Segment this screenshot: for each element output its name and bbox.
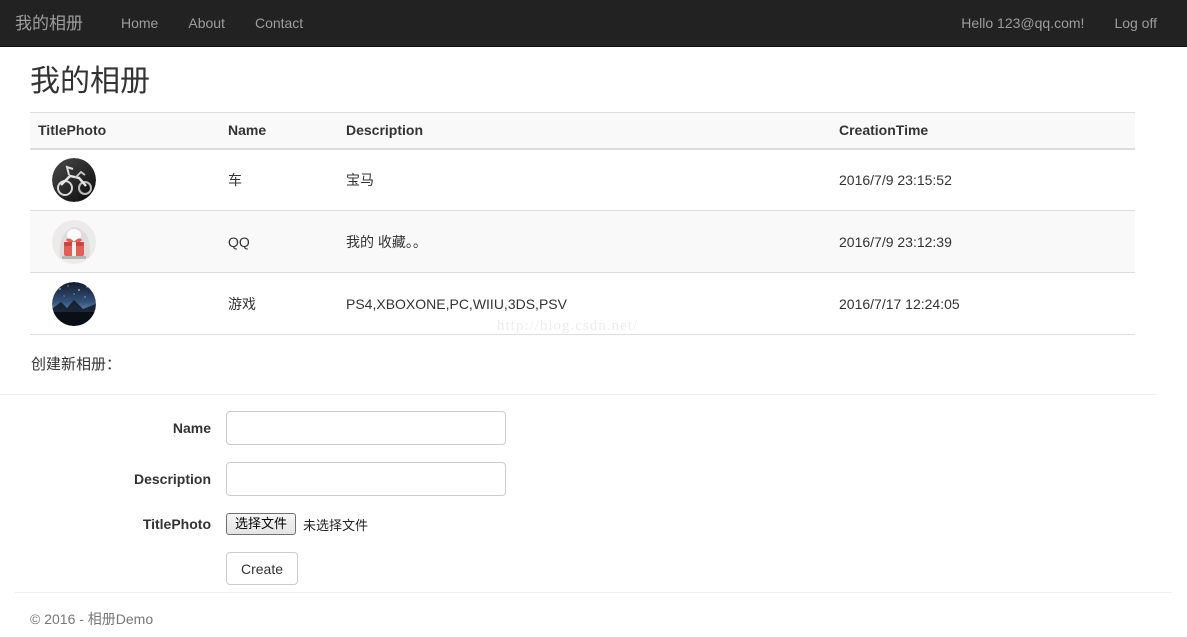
column-header-description: Description [338, 113, 831, 149]
navbar-user-area: Hello 123@qq.com! Log off [946, 0, 1172, 47]
footer-divider [15, 592, 1172, 593]
cell-titlephoto [30, 211, 220, 273]
navbar-brand[interactable]: 我的相册 [15, 0, 98, 47]
column-header-titlephoto: TitlePhoto [30, 113, 220, 149]
motorcycle-thumbnail-icon[interactable] [52, 158, 96, 202]
form-row-description: Description [30, 462, 1157, 496]
label-titlephoto: TitlePhoto [30, 516, 226, 532]
albums-table-body: 车 宝马 2016/7/9 23:15:52 [30, 149, 1135, 335]
field-description [226, 462, 1157, 496]
cell-creationtime: 2016/7/9 23:15:52 [831, 149, 1135, 211]
field-submit: Create [226, 552, 1157, 585]
form-top-divider [0, 394, 1157, 395]
create-form-container: Name Description TitlePhoto 选择文件 未选择文件 [15, 411, 1172, 585]
nav-link-contact[interactable]: Contact [240, 0, 318, 47]
label-name: Name [30, 420, 226, 436]
choose-file-button[interactable]: 选择文件 [226, 513, 296, 535]
page-title: 我的相册 [30, 65, 1157, 98]
field-name [226, 411, 1157, 445]
table-header-row: TitlePhoto Name Description CreationTime [30, 113, 1135, 149]
watermark-text: http://blog.csdn.net/ [497, 318, 638, 335]
nav-link-about[interactable]: About [173, 0, 240, 47]
user-greeting-link[interactable]: Hello 123@qq.com! [946, 0, 1099, 47]
cell-creationtime: 2016/7/17 12:24:05 [831, 273, 1135, 335]
column-header-creationtime: CreationTime [831, 113, 1135, 149]
field-titlephoto: 选择文件 未选择文件 [226, 513, 1157, 535]
create-album-form: Name Description TitlePhoto 选择文件 未选择文件 [30, 411, 1157, 585]
albums-table: TitlePhoto Name Description CreationTime [30, 112, 1135, 335]
cell-name: 车 [220, 149, 338, 211]
cell-creationtime: 2016/7/9 23:12:39 [831, 211, 1135, 273]
navbar-links: Home About Contact [106, 0, 318, 47]
table-row[interactable]: QQ 我的 收藏。。 2016/7/9 23:12:39 [30, 211, 1135, 273]
cell-name: 游戏 [220, 273, 338, 335]
log-off-link[interactable]: Log off [1099, 0, 1172, 47]
file-status-text: 未选择文件 [303, 515, 368, 534]
cell-description: 宝马 [338, 149, 831, 211]
footer-text: © 2016 - 相册Demo [15, 609, 1172, 629]
page-footer: © 2016 - 相册Demo [0, 592, 1187, 637]
label-description: Description [30, 471, 226, 487]
cell-name: QQ [220, 211, 338, 273]
file-input-group[interactable]: 选择文件 未选择文件 [226, 513, 1157, 535]
name-input[interactable] [226, 411, 506, 445]
create-button[interactable]: Create [226, 552, 298, 585]
cell-description: 我的 收藏。。 [338, 211, 831, 273]
top-navbar: 我的相册 Home About Contact Hello 123@qq.com… [0, 0, 1187, 47]
nav-link-home[interactable]: Home [106, 0, 173, 47]
form-row-submit: Create [30, 552, 1157, 585]
form-row-name: Name [30, 411, 1157, 445]
create-album-heading: 创建新相册： [30, 353, 1157, 374]
starry-night-thumbnail-icon[interactable] [52, 282, 96, 326]
form-row-titlephoto: TitlePhoto 选择文件 未选择文件 [30, 513, 1157, 535]
description-input[interactable] [226, 462, 506, 496]
column-header-name: Name [220, 113, 338, 149]
table-row[interactable]: 车 宝马 2016/7/9 23:15:52 [30, 149, 1135, 211]
cell-titlephoto [30, 149, 220, 211]
qq-gift-thumbnail-icon[interactable] [52, 220, 96, 264]
cell-titlephoto [30, 273, 220, 335]
albums-table-head: TitlePhoto Name Description CreationTime [30, 113, 1135, 149]
